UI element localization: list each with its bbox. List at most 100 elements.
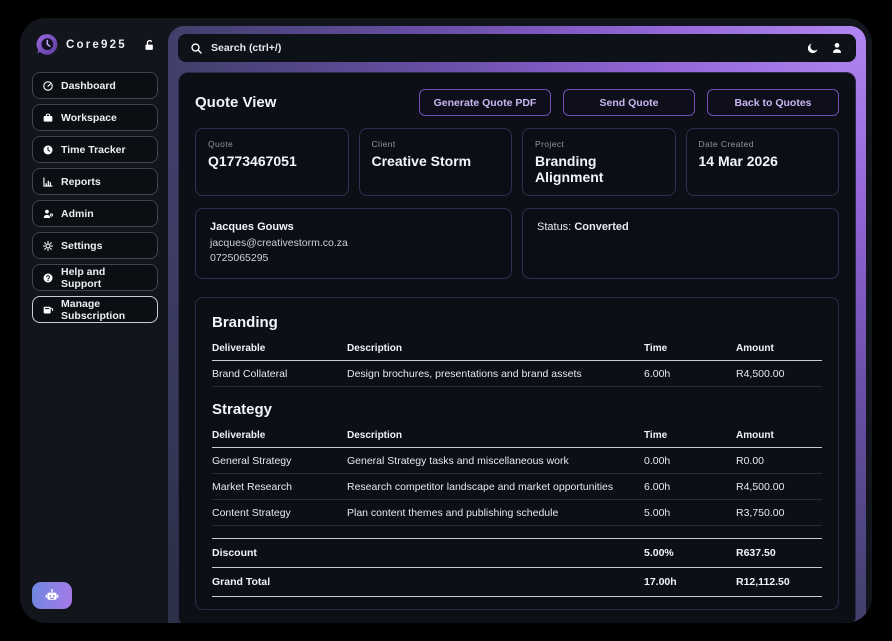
col-amount: Amount: [736, 343, 822, 354]
cell-description: Plan content themes and publishing sched…: [347, 507, 644, 519]
table-row: Market Research Research competitor land…: [212, 474, 822, 500]
send-quote-button[interactable]: Send Quote: [563, 89, 695, 116]
sidebar-item-workspace[interactable]: Workspace: [32, 104, 158, 131]
sidebar: Core925 Dashboard Workspace: [20, 18, 168, 623]
sidebar-item-label: Manage Subscription: [61, 298, 148, 322]
sidebar-item-time-tracker[interactable]: Time Tracker: [32, 136, 158, 163]
table-header: Deliverable Description Time Amount: [212, 337, 822, 361]
cell-time: 5.00h: [644, 507, 736, 519]
quote-actions: Generate Quote PDF Send Quote Back to Qu…: [419, 89, 839, 116]
cell-description: General Strategy tasks and miscellaneous…: [347, 455, 644, 467]
project-card: Project Branding Alignment: [522, 128, 676, 196]
search-icon: [190, 42, 203, 55]
discount-percent: 5.00%: [644, 547, 736, 559]
card-label: Client: [372, 139, 500, 149]
sidebar-item-label: Reports: [61, 176, 101, 188]
card-label: Project: [535, 139, 663, 149]
sidebar-item-help-and-support[interactable]: Help and Support: [32, 264, 158, 291]
table-header: Deliverable Description Time Amount: [212, 424, 822, 448]
grand-total-row: Grand Total 17.00h R12,112.50: [212, 567, 822, 597]
generate-quote-pdf-button[interactable]: Generate Quote PDF: [419, 89, 551, 116]
sidebar-item-label: Settings: [61, 240, 102, 252]
col-description: Description: [347, 430, 644, 441]
cell-deliverable: Brand Collateral: [212, 368, 347, 380]
card-label: Date Created: [699, 139, 827, 149]
gear-icon: [42, 240, 54, 252]
cell-amount: R4,500.00: [736, 481, 822, 493]
search-input[interactable]: [211, 42, 798, 54]
unlock-icon[interactable]: [142, 38, 156, 52]
col-description: Description: [347, 343, 644, 354]
contact-phone: 0725065295: [210, 251, 497, 266]
status-line: Status: Converted: [537, 221, 824, 233]
discount-label: Discount: [212, 547, 347, 559]
sidebar-item-label: Workspace: [61, 112, 117, 124]
search-bar: [178, 34, 856, 62]
sidebar-item-dashboard[interactable]: Dashboard: [32, 72, 158, 99]
status-badge: Converted: [574, 221, 628, 233]
brand-name: Core925: [66, 39, 136, 51]
cell-time: 6.00h: [644, 368, 736, 380]
user-gear-icon: [42, 208, 54, 220]
table-row: Brand Collateral Design brochures, prese…: [212, 361, 822, 387]
client-card: Client Creative Storm: [359, 128, 513, 196]
sidebar-item-label: Dashboard: [61, 80, 116, 92]
sidebar-item-label: Help and Support: [61, 266, 148, 290]
cell-deliverable: Market Research: [212, 481, 347, 493]
contact-name: Jacques Gouws: [210, 221, 497, 233]
cell-time: 0.00h: [644, 455, 736, 467]
back-to-quotes-button[interactable]: Back to Quotes: [707, 89, 839, 116]
page-title: Quote View: [195, 94, 276, 111]
status-card: Status: Converted: [522, 208, 839, 279]
cell-time: 6.00h: [644, 481, 736, 493]
contact-email: jacques@creativestorm.co.za: [210, 236, 497, 251]
sidebar-item-label: Time Tracker: [61, 144, 126, 156]
totals: Discount 5.00% R637.50 Grand Total 17.00…: [212, 538, 822, 597]
dashboard-icon: [42, 80, 54, 92]
cell-description: Design brochures, presentations and bran…: [347, 368, 644, 380]
col-time: Time: [644, 343, 736, 354]
sidebar-nav: Dashboard Workspace Time Tracker: [32, 72, 158, 328]
grand-total-amount: R12,112.50: [736, 576, 822, 588]
section-title-branding: Branding: [212, 314, 822, 331]
bar-chart-icon: [42, 176, 54, 188]
discount-row: Discount 5.00% R637.50: [212, 538, 822, 567]
quote-view-panel: Quote View Generate Quote PDF Send Quote…: [178, 72, 856, 623]
cell-deliverable: General Strategy: [212, 455, 347, 467]
main-area: Quote View Generate Quote PDF Send Quote…: [168, 26, 866, 623]
card-value: Q1773467051: [208, 153, 336, 169]
deliverables-card: Branding Deliverable Description Time Am…: [195, 297, 839, 610]
user-icon[interactable]: [830, 41, 844, 55]
robot-icon: [44, 588, 60, 604]
card-value: Creative Storm: [372, 153, 500, 169]
ai-assistant-button[interactable]: [32, 582, 72, 609]
section-title-strategy: Strategy: [212, 401, 822, 418]
cell-amount: R4,500.00: [736, 368, 822, 380]
col-deliverable: Deliverable: [212, 430, 347, 441]
moon-icon[interactable]: [806, 41, 820, 55]
quote-info-cards: Quote Q1773467051 Client Creative Storm …: [195, 128, 839, 196]
grand-total-label: Grand Total: [212, 576, 347, 588]
discount-amount: R637.50: [736, 547, 822, 559]
cell-description: Research competitor landscape and market…: [347, 481, 644, 493]
cell-amount: R0.00: [736, 455, 822, 467]
help-circle-icon: [42, 272, 54, 284]
cell-amount: R3,750.00: [736, 507, 822, 519]
sidebar-item-reports[interactable]: Reports: [32, 168, 158, 195]
sidebar-item-manage-subscription[interactable]: Manage Subscription: [32, 296, 158, 323]
sidebar-item-label: Admin: [61, 208, 94, 220]
topbar-icons: [806, 41, 844, 55]
card-value: 14 Mar 2026: [699, 153, 827, 169]
sidebar-item-admin[interactable]: Admin: [32, 200, 158, 227]
col-time: Time: [644, 430, 736, 441]
app-window: Core925 Dashboard Workspace: [20, 18, 872, 623]
contact-status-row: Jacques Gouws jacques@creativestorm.co.z…: [195, 208, 839, 279]
date-created-card: Date Created 14 Mar 2026: [686, 128, 840, 196]
table-row: General Strategy General Strategy tasks …: [212, 448, 822, 474]
quote-number-card: Quote Q1773467051: [195, 128, 349, 196]
sidebar-item-settings[interactable]: Settings: [32, 232, 158, 259]
status-label: Status:: [537, 221, 571, 233]
card-value: Branding Alignment: [535, 153, 663, 185]
subscription-card-icon: [42, 304, 54, 316]
brand: Core925: [32, 30, 158, 72]
